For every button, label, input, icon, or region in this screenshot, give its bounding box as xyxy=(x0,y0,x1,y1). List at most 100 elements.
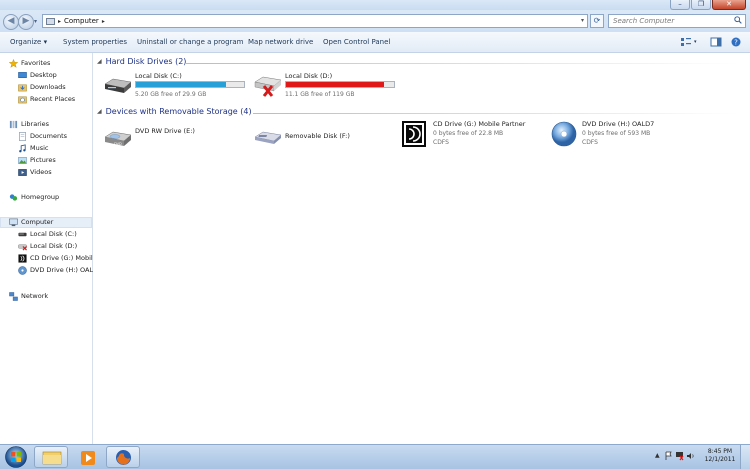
star-icon xyxy=(9,58,18,68)
taskbar-clock[interactable]: 8:45 PM 12/1/2011 xyxy=(700,448,740,464)
refresh-button[interactable]: ⟳ xyxy=(590,14,604,28)
clock-date: 12/1/2011 xyxy=(704,456,736,463)
drive-filesystem: CDFS xyxy=(433,139,449,146)
nav-item-music[interactable]: Music xyxy=(18,143,49,153)
collapse-triangle-icon[interactable]: ◢ xyxy=(97,108,102,115)
preview-pane-icon[interactable] xyxy=(710,37,722,47)
nav-item-cd-drive-g[interactable]: CD Drive (G:) Mobile xyxy=(18,253,97,263)
documents-icon xyxy=(19,131,26,141)
drive-tile-cd-drive-g[interactable]: CD Drive (G:) Mobile Partner 0 bytes fre… xyxy=(401,120,551,150)
show-hidden-icons[interactable]: ▲ xyxy=(655,452,660,459)
hard-drive-error-icon xyxy=(254,76,282,97)
content-pane: ◢ Hard Disk Drives (2) Local Disk (C:) 5… xyxy=(93,53,750,444)
drive-free-space: 0 bytes free of 22.8 MB xyxy=(433,130,504,137)
nav-item-documents[interactable]: Documents xyxy=(18,131,67,141)
nav-computer[interactable]: Computer xyxy=(9,217,53,227)
network-icon xyxy=(9,291,18,301)
taskbar-media-player-button[interactable] xyxy=(71,446,105,468)
nav-item-pictures[interactable]: Pictures xyxy=(18,155,56,165)
taskbar-firefox-button[interactable] xyxy=(106,446,140,468)
network-status-icon[interactable] xyxy=(675,451,684,461)
open-control-panel-button[interactable]: Open Control Panel xyxy=(323,38,390,46)
command-bar: Organize ▾ System properties Uninstall o… xyxy=(0,32,750,53)
group-header-removable-storage[interactable]: ◢ Devices with Removable Storage (4) xyxy=(97,107,252,116)
search-placeholder: Search Computer xyxy=(613,17,675,25)
drive-filesystem: CDFS xyxy=(582,139,598,146)
firefox-icon xyxy=(116,450,131,465)
forward-button[interactable]: ▶ xyxy=(18,14,34,30)
taskbar-explorer-button[interactable] xyxy=(34,446,68,468)
group-divider xyxy=(253,113,740,114)
nav-item-desktop[interactable]: Desktop xyxy=(18,70,57,80)
navigation-pane: Favorites Desktop Downloads Recent Place… xyxy=(0,53,98,444)
nav-libraries[interactable]: Libraries xyxy=(9,119,49,129)
hard-drive-icon xyxy=(104,78,132,93)
nav-item-dvd-drive-h[interactable]: DVD Drive (H:) OALD xyxy=(18,265,98,275)
uninstall-program-button[interactable]: Uninstall or change a program xyxy=(137,38,244,46)
address-row: ◀ ▶ ▾ ▸ Computer ▸ ▾ ⟳ Search Computer xyxy=(0,10,750,32)
capacity-bar-fill xyxy=(286,82,385,87)
dvd-disc-icon xyxy=(18,265,27,275)
nav-favorites[interactable]: Favorites xyxy=(9,58,50,68)
folder-icon xyxy=(42,451,62,465)
downloads-icon xyxy=(18,84,27,91)
capacity-bar-fill xyxy=(136,82,226,87)
maximize-button[interactable]: ❐ xyxy=(691,0,711,10)
system-properties-button[interactable]: System properties xyxy=(63,38,127,46)
media-player-icon xyxy=(81,451,95,465)
show-desktop-button[interactable] xyxy=(740,445,750,469)
nav-item-local-disk-d[interactable]: Local Disk (D:) xyxy=(18,241,77,251)
nav-homegroup[interactable]: Homegroup xyxy=(9,192,59,202)
clock-time: 8:45 PM xyxy=(707,448,733,455)
drive-tile-removable-f[interactable]: Removable Disk (F:) xyxy=(253,127,403,157)
breadcrumb-chevron-icon[interactable]: ▸ xyxy=(102,18,105,25)
nav-item-recent-places[interactable]: Recent Places xyxy=(18,94,75,104)
hard-drive-icon xyxy=(18,232,27,236)
computer-icon xyxy=(9,218,18,226)
mobile-partner-icon xyxy=(402,121,426,147)
recent-pages-dropdown[interactable]: ▾ xyxy=(34,18,37,25)
search-input[interactable]: Search Computer xyxy=(608,14,746,28)
minimize-button[interactable]: – xyxy=(670,0,690,10)
back-button[interactable]: ◀ xyxy=(3,14,19,30)
hard-drive-error-icon xyxy=(18,244,27,251)
computer-icon xyxy=(46,17,55,25)
removable-disk-icon xyxy=(254,131,282,144)
music-icon xyxy=(19,143,26,152)
desktop-icon xyxy=(18,71,27,78)
nav-item-downloads[interactable]: Downloads xyxy=(18,82,66,92)
notification-area: ▲ xyxy=(655,450,695,464)
drive-tile-local-disk-c[interactable]: Local Disk (C:) 5.20 GB free of 29.9 GB xyxy=(103,72,253,102)
more-views-icon[interactable]: ▾ xyxy=(694,39,697,45)
close-button[interactable]: ✕ xyxy=(712,0,746,10)
start-button[interactable] xyxy=(2,445,30,469)
drive-free-space: 5.20 GB free of 29.9 GB xyxy=(135,91,207,98)
volume-icon[interactable] xyxy=(686,451,695,461)
drive-tile-dvd-drive-h[interactable]: DVD Drive (H:) OALD7 0 bytes free of 593… xyxy=(550,120,700,150)
address-bar[interactable]: ▸ Computer ▸ ▾ xyxy=(42,14,588,28)
address-dropdown-icon[interactable]: ▾ xyxy=(581,17,584,24)
collapse-triangle-icon[interactable]: ◢ xyxy=(97,58,102,65)
libraries-icon xyxy=(9,120,18,128)
mobile-partner-icon xyxy=(18,253,27,263)
organize-button[interactable]: Organize ▾ xyxy=(10,38,47,46)
breadcrumb-chevron-icon[interactable]: ▸ xyxy=(58,18,61,25)
nav-item-local-disk-c[interactable]: Local Disk (C:) xyxy=(18,229,77,239)
breadcrumb-computer[interactable]: Computer xyxy=(64,17,99,25)
pictures-icon xyxy=(18,156,27,164)
drive-tile-local-disk-d[interactable]: Local Disk (D:) 11.1 GB free of 119 GB xyxy=(253,72,403,102)
recent-places-icon xyxy=(18,96,27,103)
search-icon[interactable] xyxy=(734,16,742,24)
svg-text:DVD: DVD xyxy=(114,142,122,146)
change-view-icon[interactable] xyxy=(680,37,692,47)
nav-network[interactable]: Network xyxy=(9,291,48,301)
drive-free-space: 11.1 GB free of 119 GB xyxy=(285,91,355,98)
map-network-drive-button[interactable]: Map network drive xyxy=(248,38,313,46)
help-icon[interactable]: ? xyxy=(730,37,742,47)
nav-item-videos[interactable]: Videos xyxy=(18,167,52,177)
action-center-flag-icon[interactable] xyxy=(665,451,673,461)
taskbar: ▲ 8:45 PM 12/1/2011 xyxy=(0,444,750,469)
group-divider xyxy=(185,63,740,64)
drive-tile-dvd-rw-e[interactable]: DVD DVD RW Drive (E:) xyxy=(103,127,253,157)
group-header-hard-disk-drives[interactable]: ◢ Hard Disk Drives (2) xyxy=(97,57,186,66)
